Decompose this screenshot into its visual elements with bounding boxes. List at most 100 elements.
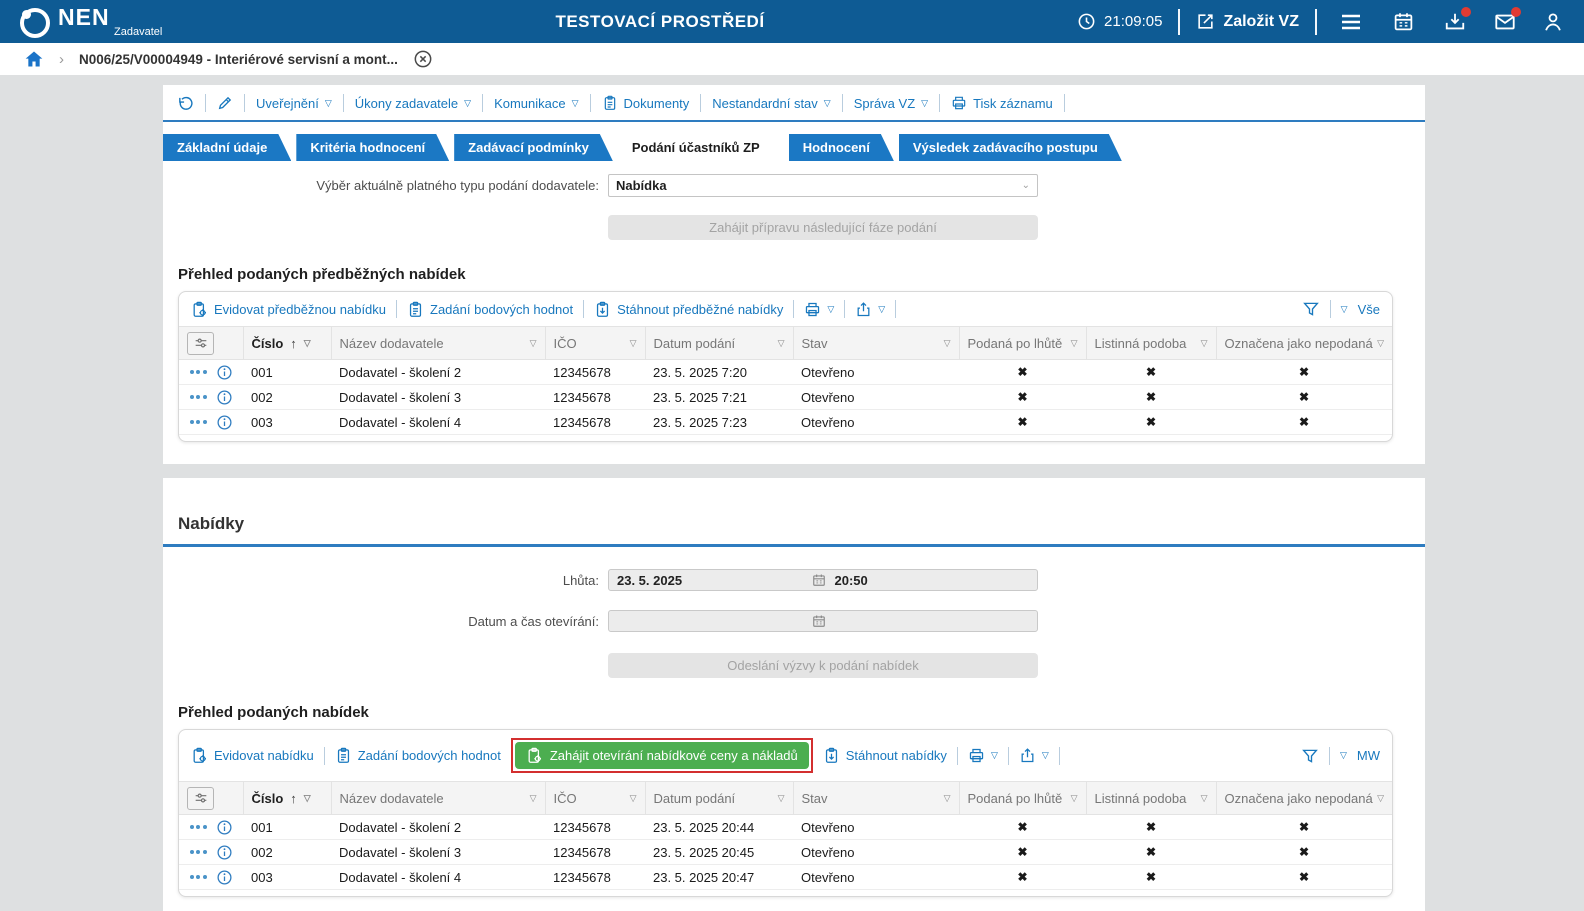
table-row[interactable]: 001 Dodavatel - školení 2 12345678 23. 5. 2… (179, 359, 1392, 385)
podani-type-select[interactable]: Nabídka ⌄ (608, 174, 1038, 197)
messages-button[interactable] (1494, 6, 1521, 33)
caret-icon[interactable]: ▽ (1377, 338, 1384, 349)
caret-icon[interactable]: ▽ (630, 793, 637, 804)
lhuta-field[interactable]: 23. 5. 2025 20:50 (608, 569, 1038, 592)
create-vz-button[interactable]: Založit VZ (1196, 12, 1299, 31)
home-icon[interactable] (24, 49, 44, 69)
col-cislo[interactable]: Číslo ↑ ▽ (242, 326, 331, 360)
calendar-small-icon[interactable] (812, 573, 826, 587)
export-table-button[interactable]: ▽ (1019, 747, 1049, 764)
filter-scope-label[interactable]: Vše (1358, 302, 1380, 317)
caret-icon[interactable]: ▽ (630, 338, 637, 349)
row-menu-icon[interactable] (189, 875, 207, 880)
table-row[interactable]: 003 Dodavatel - školení 4 12345678 23. 5. 2… (179, 864, 1392, 891)
caret-icon[interactable]: ▽ (778, 338, 785, 349)
export-table-button[interactable]: ▽ (855, 301, 885, 318)
caret-icon[interactable]: ▽ (530, 338, 537, 349)
caret-icon[interactable]: ▽ (1071, 338, 1078, 349)
menu-sprava-vz[interactable]: Správa VZ ▽ (854, 96, 928, 111)
col-listinna[interactable]: Listinná podoba ▽ (1085, 781, 1216, 816)
col-ico[interactable]: IČO ▽ (544, 326, 645, 360)
filter-funnel-icon[interactable] (1301, 747, 1319, 765)
table-row[interactable]: 002 Dodavatel - školení 3 12345678 23. 5. 2… (179, 839, 1392, 866)
user-icon[interactable] (1542, 11, 1564, 33)
next-phase-button[interactable]: Zahájit přípravu následující fáze podání (608, 215, 1038, 240)
filter-funnel-icon[interactable] (1302, 300, 1320, 318)
row-menu-icon[interactable] (189, 395, 207, 399)
row-menu-icon[interactable] (189, 825, 207, 830)
col-po-lhute[interactable]: Podaná po lhůtě ▽ (958, 781, 1086, 816)
col-po-lhute[interactable]: Podaná po lhůtě ▽ (958, 326, 1086, 360)
info-icon[interactable] (216, 869, 233, 886)
stahnout-predbezne-button[interactable]: Stáhnout předběžné nabídky (594, 301, 783, 318)
pencil-icon[interactable] (217, 95, 233, 111)
info-icon[interactable] (216, 819, 233, 836)
menu-komunikace[interactable]: Komunikace ▽ (494, 96, 578, 111)
table-row[interactable]: 001 Dodavatel - školení 2 12345678 23. 5. 2… (179, 814, 1392, 841)
zadani-bodovych-button[interactable]: Zadání bodových hodnot (335, 747, 501, 764)
info-icon[interactable] (216, 414, 233, 431)
col-nepodana[interactable]: Označena jako nepodaná ▽ (1215, 781, 1392, 816)
caret-icon[interactable]: ▽ (1201, 793, 1208, 804)
calendar-small-icon[interactable] (812, 614, 826, 628)
column-settings-icon[interactable] (187, 786, 214, 810)
row-menu-icon[interactable] (189, 420, 207, 424)
col-cislo[interactable]: Číslo ↑ ▽ (242, 781, 331, 816)
table-row[interactable]: 003 Dodavatel - školení 4 12345678 23. 5. 2… (179, 409, 1392, 435)
table-row[interactable]: 002 Dodavatel - školení 3 12345678 23. 5. 2… (179, 384, 1392, 410)
tab-zadavaci-podminky[interactable]: Zadávací podmínky (454, 134, 613, 161)
caret-icon[interactable]: ▽ (1341, 304, 1348, 314)
row-menu-icon[interactable] (189, 370, 207, 374)
menu-nestandardni-stav[interactable]: Nestandardní stav ▽ (712, 96, 830, 111)
vyzva-button[interactable]: Odeslání výzvy k podání nabídek (608, 653, 1038, 679)
history-icon[interactable] (177, 95, 194, 112)
caret-icon[interactable]: ▽ (778, 793, 785, 804)
tab-kriteria-hodnoceni[interactable]: Kritéria hodnocení (296, 134, 449, 161)
nen-logo[interactable]: NEN Zadavatel (20, 5, 162, 38)
caret-icon[interactable]: ▽ (944, 793, 951, 804)
caret-icon[interactable]: ▽ (1071, 793, 1078, 804)
menu-uverejneni[interactable]: Uveřejnění ▽ (256, 96, 332, 111)
filter-scope-label[interactable]: MW (1357, 748, 1380, 763)
caret-icon[interactable]: ▽ (944, 338, 951, 349)
breadcrumb-record[interactable]: N006/25/V00004949 - Interiérové servisní… (79, 52, 398, 67)
caret-icon[interactable]: ▽ (1201, 338, 1208, 349)
menu-dokumenty[interactable]: Dokumenty (602, 95, 689, 111)
caret-icon[interactable]: ▽ (1340, 751, 1347, 760)
tab-zakladni-udaje[interactable]: Základní údaje (163, 134, 291, 161)
col-stav[interactable]: Stav ▽ (792, 326, 959, 360)
evidovat-nabidku-button[interactable]: Evidovat nabídku (191, 747, 314, 764)
caret-icon[interactable]: ▽ (530, 793, 537, 804)
menu-tisk-zaznamu[interactable]: Tisk záznamu (951, 95, 1053, 111)
caret-icon[interactable]: ▽ (1377, 793, 1384, 804)
info-icon[interactable] (216, 844, 233, 861)
menu-ukony-zadavatele[interactable]: Úkony zadavatele ▽ (355, 96, 471, 111)
menu-icon[interactable] (1339, 10, 1363, 34)
tab-podani-ucastniku[interactable]: Podání účastníků ZP (618, 134, 784, 161)
col-nazev[interactable]: Název dodavatele ▽ (330, 781, 545, 816)
column-settings-icon[interactable] (187, 331, 214, 355)
zadani-bodovych-button[interactable]: Zadání bodových hodnot (407, 301, 573, 318)
print-table-button[interactable]: ▽ (968, 747, 998, 764)
caret-icon[interactable]: ▽ (304, 338, 311, 349)
col-ico[interactable]: IČO ▽ (544, 781, 645, 816)
col-listinna[interactable]: Listinná podoba ▽ (1085, 326, 1216, 360)
col-datum[interactable]: Datum podání ▽ (644, 781, 793, 816)
close-record-icon[interactable] (413, 49, 433, 69)
downloads-button[interactable] (1444, 6, 1471, 33)
row-menu-icon[interactable] (189, 850, 207, 855)
caret-icon[interactable]: ▽ (304, 793, 311, 804)
print-table-button[interactable]: ▽ (804, 301, 834, 318)
zahajit-otevirani-button[interactable]: Zahájit otevírání nabídkové ceny a nákla… (514, 742, 809, 770)
stahnout-nabidky-button[interactable]: Stáhnout nabídky (823, 747, 947, 764)
info-icon[interactable] (216, 389, 233, 406)
col-datum[interactable]: Datum podání ▽ (644, 326, 793, 360)
info-icon[interactable] (216, 364, 233, 381)
tab-hodnoceni[interactable]: Hodnocení (789, 134, 894, 161)
tab-vysledek[interactable]: Výsledek zadávacího postupu (899, 134, 1122, 161)
oteviran-field[interactable] (608, 610, 1038, 633)
col-nepodana[interactable]: Označena jako nepodaná ▽ (1215, 326, 1392, 360)
col-stav[interactable]: Stav ▽ (792, 781, 959, 816)
calendar-icon[interactable] (1393, 11, 1414, 32)
evidovat-predbeznou-button[interactable]: Evidovat předběžnou nabídku (191, 301, 386, 318)
